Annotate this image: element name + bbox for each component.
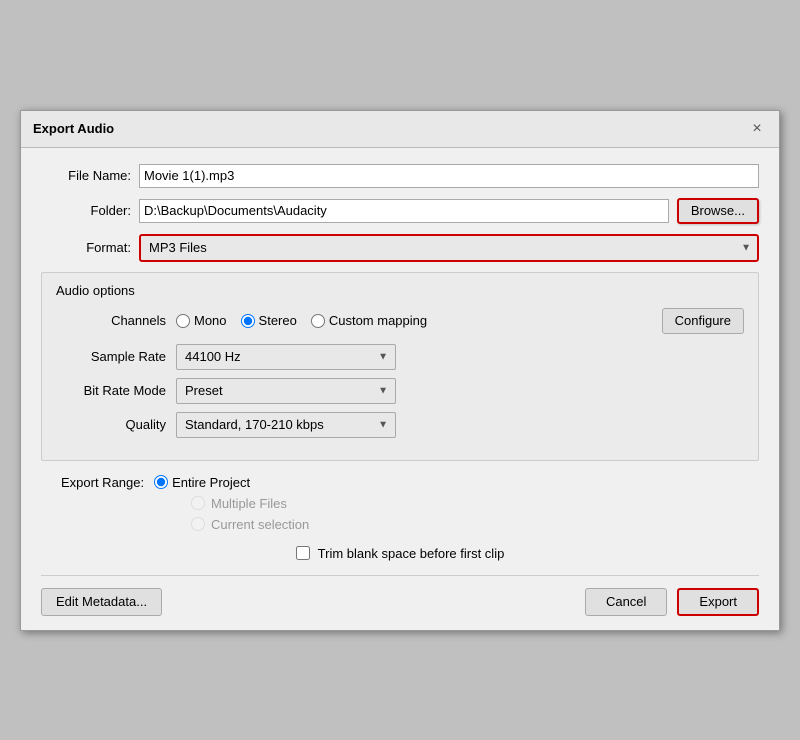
mono-radio[interactable] (176, 314, 190, 328)
mono-label: Mono (194, 313, 227, 328)
export-range-header: Export Range: Entire Project (61, 475, 759, 490)
right-buttons: Cancel Export (585, 588, 759, 616)
current-selection-radio[interactable] (191, 517, 205, 531)
audio-options-title: Audio options (56, 283, 744, 298)
stereo-option: Stereo (241, 313, 297, 328)
format-label: Format: (41, 240, 131, 255)
current-selection-label: Current selection (211, 517, 309, 532)
entire-project-radio[interactable] (154, 475, 168, 489)
entire-project-option: Entire Project (154, 475, 250, 490)
folder-label: Folder: (41, 203, 131, 218)
bottom-buttons: Edit Metadata... Cancel Export (41, 575, 759, 616)
export-range-section: Export Range: Entire Project Multiple Fi… (41, 475, 759, 532)
dialog-title: Export Audio (33, 121, 114, 136)
folder-row: Folder: Browse... (41, 198, 759, 224)
folder-input[interactable] (139, 199, 669, 223)
custom-mapping-option: Custom mapping (311, 313, 427, 328)
file-name-input[interactable] (139, 164, 759, 188)
stereo-label: Stereo (259, 313, 297, 328)
multiple-files-label: Multiple Files (211, 496, 287, 511)
trim-checkbox[interactable] (296, 546, 310, 560)
quality-select[interactable]: Standard, 170-210 kbps Medium, 145-185 k… (176, 412, 396, 438)
close-button[interactable]: × (747, 119, 767, 139)
dialog-body: File Name: Folder: Browse... Format: MP3… (21, 148, 779, 630)
bit-rate-mode-select-wrapper: Preset Variable Average Constant ▼ (176, 378, 396, 404)
multiple-files-option: Multiple Files (191, 496, 759, 511)
channels-label: Channels (66, 313, 166, 328)
channels-radio-group: Mono Stereo Custom mapping Configure (176, 308, 744, 334)
format-select[interactable]: MP3 Files WAV (Microsoft) signed 16-bit … (139, 234, 759, 262)
sample-rate-select-wrapper: 8000 Hz 11025 Hz 16000 Hz 22050 Hz 44100… (176, 344, 396, 370)
channels-row: Channels Mono Stereo Custom mapping Conf (66, 308, 744, 334)
current-selection-option: Current selection (191, 517, 759, 532)
custom-mapping-radio[interactable] (311, 314, 325, 328)
quality-select-wrapper: Standard, 170-210 kbps Medium, 145-185 k… (176, 412, 396, 438)
audio-options-section: Audio options Channels Mono Stereo Cus (41, 272, 759, 461)
export-range-stack: Multiple Files Current selection (61, 496, 759, 532)
export-audio-dialog: Export Audio × File Name: Folder: Browse… (20, 110, 780, 631)
sample-rate-label: Sample Rate (66, 349, 166, 364)
export-range-label: Export Range: (61, 475, 144, 490)
stereo-radio[interactable] (241, 314, 255, 328)
format-row: Format: MP3 Files WAV (Microsoft) signed… (41, 234, 759, 262)
file-name-label: File Name: (41, 168, 131, 183)
trim-label: Trim blank space before first clip (318, 546, 505, 561)
custom-mapping-label: Custom mapping (329, 313, 427, 328)
title-bar: Export Audio × (21, 111, 779, 148)
sample-rate-select[interactable]: 8000 Hz 11025 Hz 16000 Hz 22050 Hz 44100… (176, 344, 396, 370)
format-select-wrapper: MP3 Files WAV (Microsoft) signed 16-bit … (139, 234, 759, 262)
bit-rate-mode-row: Bit Rate Mode Preset Variable Average Co… (66, 378, 744, 404)
file-name-row: File Name: (41, 164, 759, 188)
multiple-files-radio[interactable] (191, 496, 205, 510)
sample-rate-row: Sample Rate 8000 Hz 11025 Hz 16000 Hz 22… (66, 344, 744, 370)
bit-rate-mode-label: Bit Rate Mode (66, 383, 166, 398)
edit-metadata-button[interactable]: Edit Metadata... (41, 588, 162, 616)
quality-row: Quality Standard, 170-210 kbps Medium, 1… (66, 412, 744, 438)
configure-button[interactable]: Configure (662, 308, 744, 334)
bit-rate-mode-select[interactable]: Preset Variable Average Constant (176, 378, 396, 404)
trim-row: Trim blank space before first clip (41, 546, 759, 561)
quality-label: Quality (66, 417, 166, 432)
browse-button[interactable]: Browse... (677, 198, 759, 224)
cancel-button[interactable]: Cancel (585, 588, 667, 616)
mono-option: Mono (176, 313, 227, 328)
export-button[interactable]: Export (677, 588, 759, 616)
entire-project-label: Entire Project (172, 475, 250, 490)
